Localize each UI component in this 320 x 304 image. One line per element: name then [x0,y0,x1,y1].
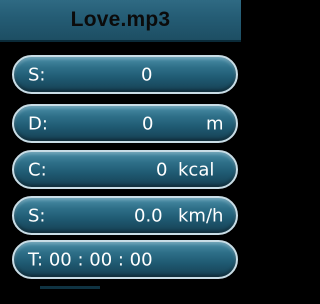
time-row: T: 00 : 00 : 00 [12,240,238,279]
time-label-text: T: [28,249,44,270]
calories-label: C: [28,159,47,180]
calories-unit: kcal [178,159,215,180]
bottom-indicator [40,286,100,289]
title-bar: Love.mp3 [0,0,241,42]
speed-kmh-label: S: [28,205,46,226]
time-label: T: 00 : 00 : 00 [28,249,153,270]
speed-value: 0 [141,64,153,85]
calories-row: C: 0 kcal [12,150,238,189]
speed-label: S: [28,64,46,85]
distance-unit: m [206,113,224,134]
speed-kmh-unit: km/h [178,205,224,226]
speed-kmh-value: 0.0 [134,205,163,226]
calories-value: 0 [156,159,168,180]
distance-label: D: [28,113,48,134]
player-screen: Love.mp3 S: 0 D: 0 m C: 0 kcal S: 0.0 km… [0,0,241,304]
distance-value: 0 [142,113,154,134]
speed-row: S: 0 [12,55,238,94]
speed-kmh-row: S: 0.0 km/h [12,196,238,235]
track-title: Love.mp3 [70,8,171,31]
distance-row: D: 0 m [12,104,238,143]
time-value: 00 : 00 : 00 [48,249,153,270]
